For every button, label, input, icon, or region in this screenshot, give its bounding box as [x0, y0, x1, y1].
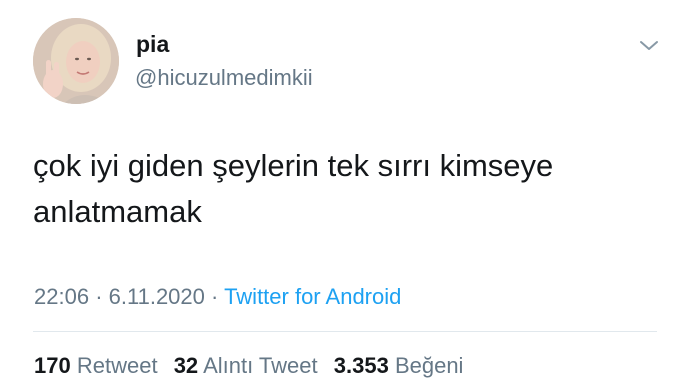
divider	[33, 331, 657, 332]
avatar-photo	[33, 18, 119, 104]
quotes-label: Alıntı Tweet	[203, 353, 318, 378]
avatar[interactable]	[33, 18, 119, 104]
likes-label: Beğeni	[394, 353, 464, 378]
retweets-count: 170	[34, 353, 71, 378]
quotes-count: 32	[173, 353, 199, 378]
tweet-time[interactable]: 22:06	[34, 284, 89, 309]
tweet-stats: 170 Retweet 32 Alıntı Tweet 3.353 Beğeni	[34, 351, 473, 381]
tweet-metadata: 22:06 · 6.11.2020 · Twitter for Android	[34, 282, 401, 312]
retweets-stat[interactable]: 170 Retweet	[34, 353, 164, 378]
tweet-source-link[interactable]: Twitter for Android	[224, 284, 401, 309]
user-display-name[interactable]: pia	[136, 30, 169, 58]
meta-separator: ·	[211, 284, 219, 309]
meta-separator: ·	[95, 284, 103, 309]
chevron-down-icon[interactable]	[636, 36, 662, 56]
user-handle[interactable]: @hicuzulmedimkii	[135, 64, 313, 92]
tweet-text: çok iyi giden şeylerin tek sırrı kimseye…	[33, 148, 554, 229]
tweet-date[interactable]: 6.11.2020	[109, 284, 205, 309]
likes-stat[interactable]: 3.353 Beğeni	[334, 353, 464, 378]
likes-count: 3.353	[333, 353, 389, 378]
retweets-label: Retweet	[76, 353, 158, 378]
quotes-stat[interactable]: 32 Alıntı Tweet	[174, 353, 324, 378]
tweet-card: pia @hicuzulmedimkii çok iyi giden şeyle…	[0, 0, 690, 392]
